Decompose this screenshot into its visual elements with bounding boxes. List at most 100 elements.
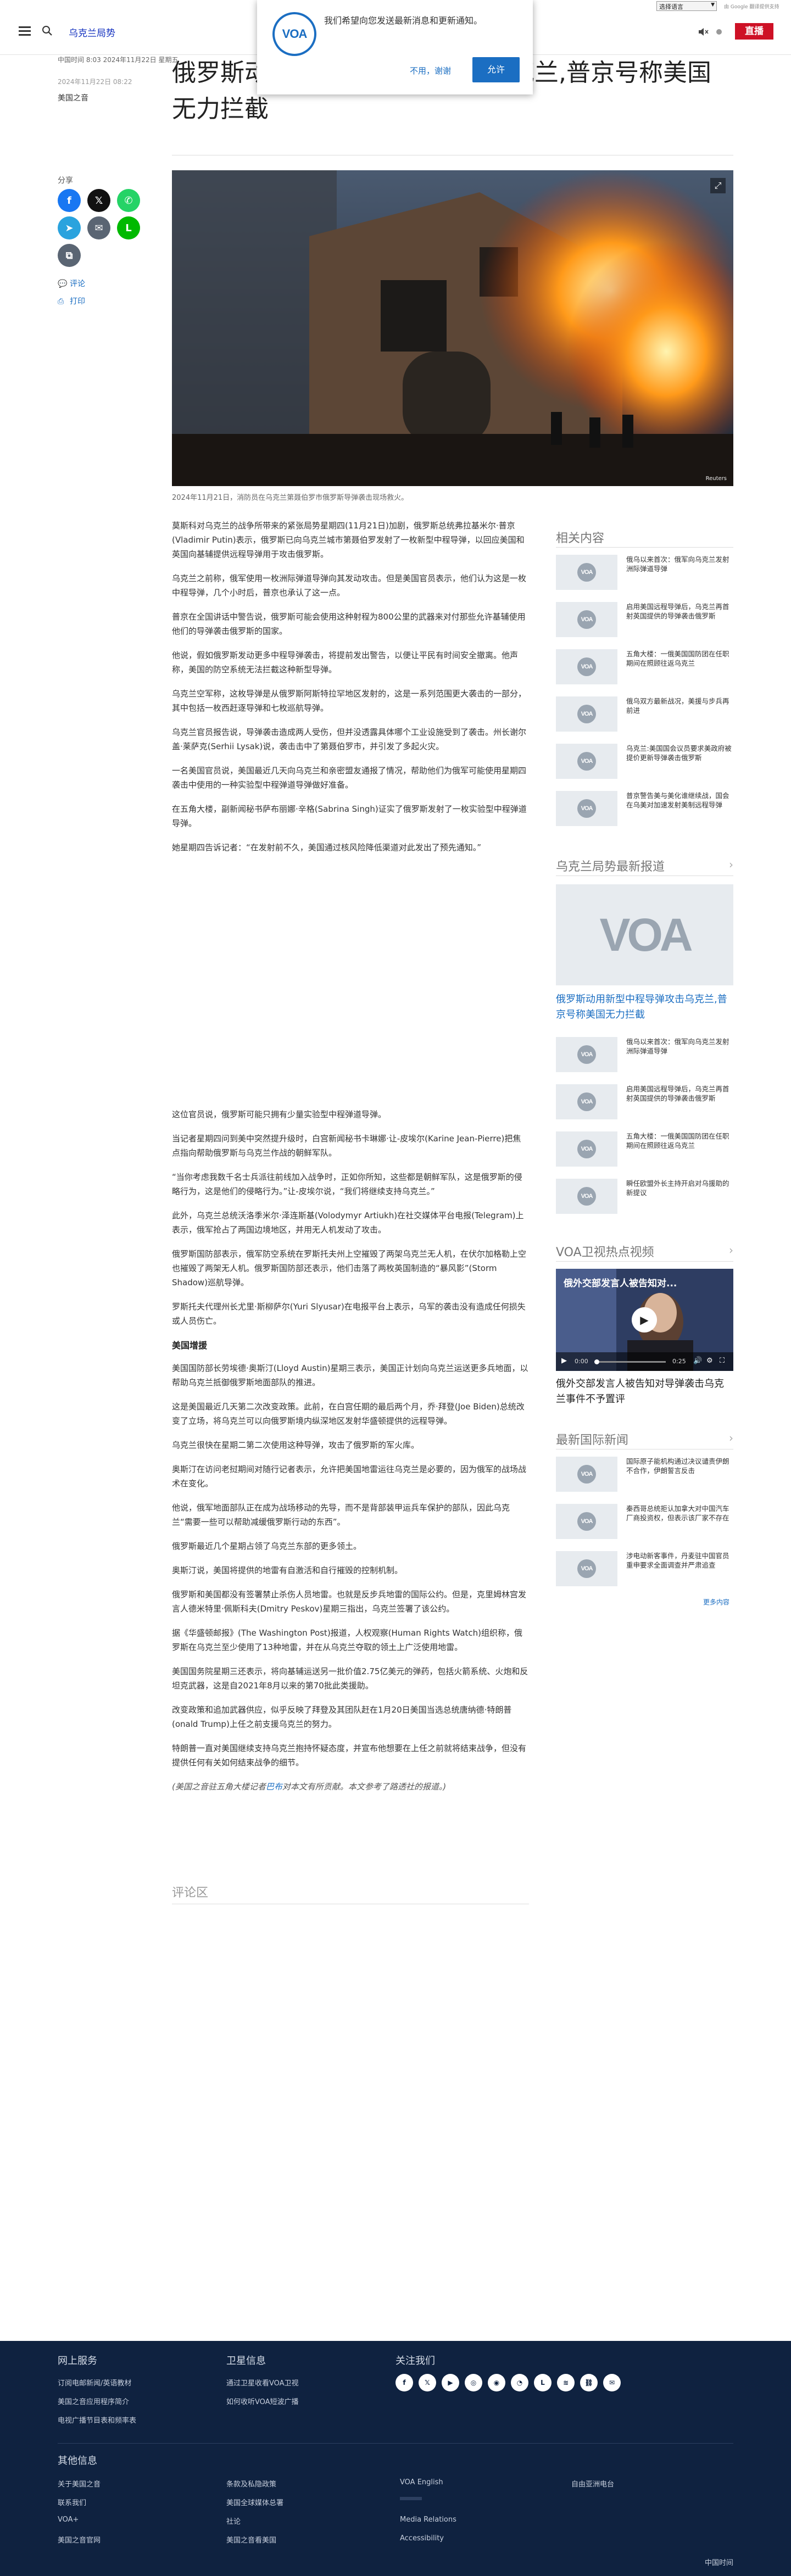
progress-handle[interactable] — [594, 1359, 599, 1364]
international-item[interactable]: VOA 秦西哥总统拒认加拿大对中国汽车厂商投资权，但表示该厂家不存在 — [556, 1504, 733, 1543]
facebook-share-icon[interactable]: f — [58, 189, 81, 212]
footer-link[interactable]: 关于美国之音 — [58, 2478, 101, 2489]
footer-link[interactable]: VOA+ — [58, 2516, 79, 2524]
paragraph: 俄罗斯最近几个星期占领了乌克兰东部的更多领土。 — [172, 1541, 362, 1551]
menu-icon[interactable] — [19, 24, 35, 41]
voa-logo-icon: VOA — [577, 705, 596, 723]
footer-link[interactable]: 美国全球媒体总署 — [226, 2497, 283, 2507]
footer-link[interactable]: 美国之音官网 — [58, 2534, 101, 2545]
paragraph: 他说，俄军地面部队正在成为战场移动的先导，而不是背部装甲运兵车保护的部队，因此乌… — [172, 1503, 510, 1527]
thumbnail: VOA — [556, 1084, 617, 1119]
latest-item[interactable]: VOA 启用美国远程导弹后，乌克兰再首射英国提供的导弹袭击俄罗斯 — [556, 1084, 733, 1124]
footer-link[interactable]: 通过卫星收看VOA卫视 — [226, 2377, 299, 2388]
related-item[interactable]: VOA 俄乌双方最新战况，美援与步兵再前进 — [556, 696, 733, 736]
facebook-icon[interactable]: f — [396, 2374, 413, 2391]
speaker-icon[interactable] — [698, 26, 709, 37]
footer-copyright: 中国时间 — [705, 2559, 734, 2567]
related-item[interactable]: VOA 乌克兰:美国国会议员要求美政府被提价更新导弹袭击俄罗斯 — [556, 744, 733, 783]
article-body-part-2: 这位官员说，俄罗斯可能只拥有少量实验型中程弹道导弹。 当记者星期四问到美中突然提… — [172, 1107, 529, 1794]
related-item[interactable]: VOA 俄乌以来首次：俄军向乌克兰发射洲际弹道导弹 — [556, 555, 733, 594]
latest-feature-title[interactable]: 俄罗斯动用新型中程导弹攻击乌克兰,普京号称美国无力拦截 — [556, 992, 733, 1023]
thumbnail: VOA — [556, 744, 617, 779]
play-small-icon[interactable]: ▶ — [561, 1357, 567, 1365]
fullscreen-icon[interactable]: ⛶ — [720, 1357, 725, 1365]
email-share-icon[interactable]: ✉ — [87, 216, 110, 239]
thumbnail: VOA — [556, 1131, 617, 1167]
international-item[interactable]: VOA 涉电动新客事件，丹麦驻中国官员重申要求全面调查并严肃追查 — [556, 1551, 733, 1591]
youtube-icon[interactable]: ▶ — [442, 2374, 459, 2391]
search-icon[interactable] — [42, 25, 53, 36]
allow-button[interactable]: 允许 — [472, 57, 520, 82]
footer-link[interactable]: 联系我们 — [58, 2497, 86, 2507]
footer-other-title: 其他信息 — [58, 2455, 97, 2467]
deny-button[interactable]: 不用，谢谢 — [410, 65, 451, 76]
chevron-right-icon: › — [729, 1431, 733, 1445]
live-button[interactable]: 直播 — [735, 23, 773, 40]
footer-link-placeholder — [400, 2497, 422, 2500]
telegram-share-icon[interactable]: ➤ — [58, 216, 81, 239]
play-icon[interactable]: ▶ — [632, 1307, 657, 1332]
footer-link[interactable]: Accessibility — [400, 2534, 444, 2542]
latest-feature-thumbnail[interactable]: VOA — [556, 884, 733, 985]
latest-title[interactable]: 乌克兰局势最新报道 › — [556, 857, 733, 874]
line-share-icon[interactable]: L — [117, 216, 140, 239]
footer-link[interactable]: 自由亚洲电台 — [571, 2478, 614, 2489]
footer-link[interactable]: 美国之音应用程序简介 — [58, 2396, 129, 2406]
email-icon[interactable]: ✉ — [603, 2374, 621, 2391]
article-source[interactable]: 美国之音 — [58, 92, 88, 103]
copy-link-icon[interactable]: ⧉ — [58, 244, 81, 267]
link-icon[interactable]: ⛓ — [580, 2374, 598, 2391]
paragraph: 美国国务院星期三还表示，将向基辅运送另一批价值2.75亿美元的弹药，包括火箭系统… — [172, 1666, 528, 1691]
voa-logo-icon: VOA — [577, 1512, 596, 1531]
latest-item[interactable]: VOA 五角大楼：一俄美国国防团在任职期间在照顾往返乌克兰 — [556, 1131, 733, 1171]
section-title[interactable]: 乌克兰局势 — [69, 25, 115, 39]
video-section-title[interactable]: VOA卫视热点视频 › — [556, 1242, 733, 1260]
footer-link[interactable]: 电视广播节目表和频率表 — [58, 2415, 136, 2425]
whatsapp-share-icon[interactable]: ✆ — [117, 189, 140, 212]
voa-logo-text: VOA — [275, 14, 314, 54]
video-player[interactable]: 俄外交部发言人被告知对... ▶ ▶ 0:00 0:25 🔊 ⚙ ⛶ — [556, 1269, 733, 1371]
thumbnail: VOA — [556, 1551, 617, 1586]
x-icon[interactable]: 𝕏 — [419, 2374, 436, 2391]
author-link[interactable]: 巴布 — [266, 1782, 282, 1792]
print-link[interactable]: ⎙ 打印 — [58, 295, 85, 306]
line-icon[interactable]: L — [534, 2374, 552, 2391]
voa-logo-icon: VOA — [577, 1187, 596, 1206]
instagram-icon[interactable]: ◎ — [465, 2374, 482, 2391]
volume-icon[interactable]: 🔊 — [693, 1357, 702, 1365]
article-body-part-1: 莫斯科对乌克兰的战争所带来的紧张局势星期四(11月21日)加剧，俄罗斯总统弗拉基… — [172, 518, 529, 865]
comment-link[interactable]: 💬 评论 — [58, 278, 85, 289]
footer-link[interactable]: 社论 — [226, 2516, 241, 2526]
podcast-icon[interactable]: ◉ — [488, 2374, 505, 2391]
related-item[interactable]: VOA 启用美国远程导弹后，乌克兰再首射英国提供的导弹袭击俄罗斯 — [556, 602, 733, 642]
rss-feed-icon[interactable]: ≋ — [557, 2374, 575, 2391]
video-progress-bar[interactable] — [594, 1359, 666, 1364]
related-title: 相关内容 — [556, 532, 605, 545]
related-item[interactable]: VOA 普京警告美与美化谁继续战，国会在乌美对加速发射美制远程导弹 — [556, 791, 733, 830]
expand-icon[interactable]: ⤢ — [710, 178, 726, 193]
more-link[interactable]: 更多内容 — [703, 1597, 729, 1607]
site-footer: 网上服务 订阅电邮新闻/英语教材 美国之音应用程序简介 电视广播节目表和频率表 … — [0, 2341, 791, 2576]
video-current-time: 0:00 — [575, 1358, 588, 1365]
footer-link[interactable]: 订阅电邮新闻/英语教材 — [58, 2377, 131, 2388]
footer-link[interactable]: 条款及私隐政策 — [226, 2478, 276, 2489]
language-select[interactable]: 选择语言 ▼ — [656, 1, 717, 11]
related-item[interactable]: VOA 五角大楼：一俄美国国防团在任职期间在照顾往返乌克兰 — [556, 649, 733, 689]
footer-link[interactable]: Media Relations — [400, 2516, 456, 2524]
international-title[interactable]: 最新国际新闻 › — [556, 1430, 733, 1448]
footer-link[interactable]: VOA English — [400, 2478, 443, 2486]
footer-link[interactable]: 如何收听VOA短波广播 — [226, 2396, 299, 2406]
paragraph: 罗斯托夫代理州长尤里·斯柳萨尔(Yuri Slyusar)在电报平台上表示，乌军… — [172, 1302, 526, 1326]
international-item[interactable]: VOA 国际原子能机构通过决议谴责伊朗不合作，伊朗誓言反击 — [556, 1457, 733, 1496]
latest-item[interactable]: VOA 俄乌以来首次：俄军向乌克兰发射洲际弹道导弹 — [556, 1037, 733, 1077]
rss-icon[interactable]: ◔ — [511, 2374, 528, 2391]
latest-item[interactable]: VOA 瞬任欧盟外长主持开启对乌援助的新提议 — [556, 1179, 733, 1218]
voa-logo: VOA — [272, 12, 316, 56]
divider — [58, 2443, 733, 2444]
video-caption[interactable]: 俄外交部发言人被告知对导弹袭击乌克兰事件不予置评 — [556, 1376, 733, 1407]
paragraph: “当你考虑我数千名士兵派往前线加入战争时，正如你所知，这些都是朝鲜军队，这是俄罗… — [172, 1172, 522, 1196]
x-share-icon[interactable]: 𝕏 — [87, 189, 110, 212]
footer-link[interactable]: 美国之音看美国 — [226, 2534, 276, 2545]
settings-icon[interactable]: ⚙ — [706, 1357, 713, 1365]
article-meta: 中国时间 8:03 2024年11月22日 星期五 — [58, 56, 179, 64]
